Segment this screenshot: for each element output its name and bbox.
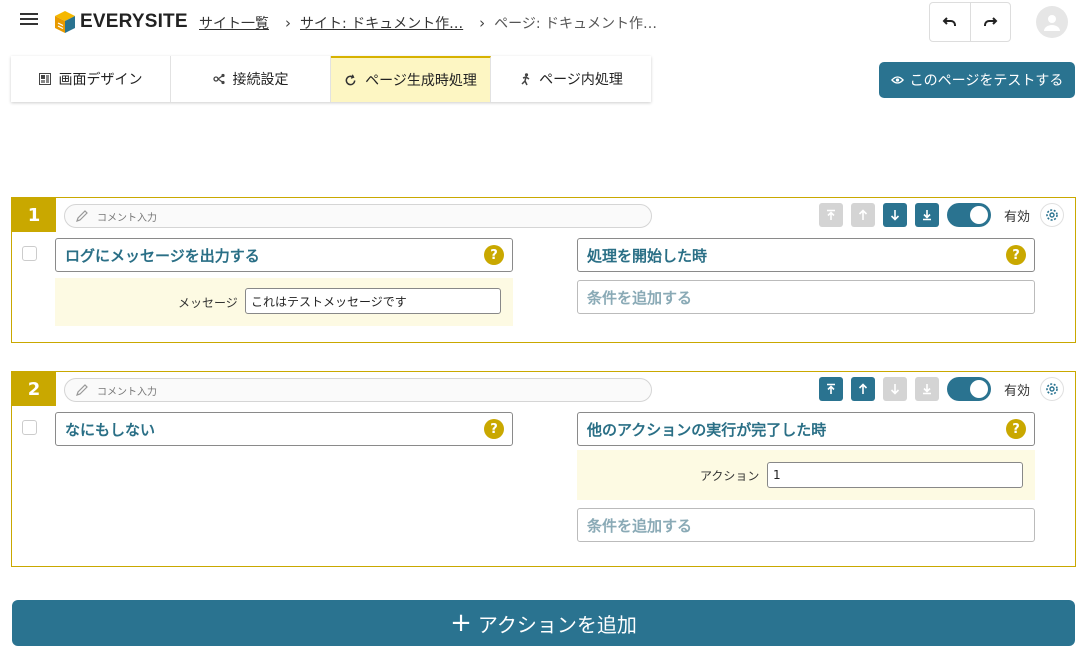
arrow-to-bottom-icon xyxy=(923,210,931,221)
tab-label: 接続設定 xyxy=(232,72,289,88)
action-controls: 有効 xyxy=(819,377,1065,401)
tab-page-generation[interactable]: ページ生成時処理 xyxy=(331,56,491,102)
help-icon[interactable]: ? xyxy=(484,245,504,265)
arrow-to-bottom-icon xyxy=(923,384,931,395)
comment-input[interactable]: コメント入力 xyxy=(64,378,652,402)
layout-icon xyxy=(38,73,51,85)
chevron-right-icon: › xyxy=(479,14,486,32)
action-name: ログにメッセージを出力する xyxy=(65,246,260,265)
action-checkbox[interactable] xyxy=(22,420,37,435)
logo-text: EVERYSITE xyxy=(80,11,188,32)
add-condition-button[interactable]: 条件を追加する xyxy=(577,280,1035,314)
param-area: アクション 1 xyxy=(577,450,1035,500)
logo-cube-icon xyxy=(55,11,75,33)
help-icon[interactable]: ? xyxy=(484,419,504,439)
action-number: 2 xyxy=(12,372,56,406)
avatar[interactable] xyxy=(1036,6,1068,38)
user-icon xyxy=(1044,15,1060,31)
tab-label: ページ生成時処理 xyxy=(365,73,477,89)
message-value: これはテストメッセージです xyxy=(251,294,407,309)
action-number: 1 xyxy=(12,198,56,232)
breadcrumb-page: ページ: ドキュメント作… xyxy=(494,16,658,32)
action-select[interactable]: ログにメッセージを出力する ? xyxy=(55,238,513,272)
tab-in-page-processing[interactable]: ページ内処理 xyxy=(491,56,651,102)
undo-button[interactable] xyxy=(930,3,970,41)
eye-icon xyxy=(890,75,904,85)
action-number-value: 1 xyxy=(773,468,781,482)
comment-placeholder: コメント入力 xyxy=(97,386,157,398)
arrow-down-icon xyxy=(890,384,900,395)
action-checkbox[interactable] xyxy=(22,246,37,261)
help-icon[interactable]: ? xyxy=(1006,419,1026,439)
move-down-button[interactable] xyxy=(883,377,907,401)
add-action-button[interactable]: + アクションを追加 xyxy=(12,600,1075,646)
param-label: アクション xyxy=(700,469,760,483)
param-area: メッセージ これはテストメッセージです xyxy=(55,278,513,326)
param-label: メッセージ xyxy=(178,296,238,310)
enabled-toggle[interactable] xyxy=(947,377,991,401)
enabled-toggle[interactable] xyxy=(947,203,991,227)
hamburger-menu-icon[interactable] xyxy=(18,10,40,32)
move-top-button[interactable] xyxy=(819,203,843,227)
redo-button[interactable] xyxy=(969,3,1011,41)
test-page-label: このページをテストする xyxy=(909,73,1064,89)
message-input[interactable]: これはテストメッセージです xyxy=(245,288,501,314)
move-up-button[interactable] xyxy=(851,377,875,401)
help-icon[interactable]: ? xyxy=(1006,245,1026,265)
action-controls: 有効 xyxy=(819,203,1065,227)
move-bottom-button[interactable] xyxy=(915,203,939,227)
add-condition-button[interactable]: 条件を追加する xyxy=(577,508,1035,542)
editor-tabs: 画面デザイン 接続設定 ページ生成時処理 ページ内処理 xyxy=(11,56,651,102)
connection-icon xyxy=(212,73,225,85)
action-number-input[interactable]: 1 xyxy=(767,462,1023,488)
comment-placeholder: コメント入力 xyxy=(97,212,157,224)
breadcrumb-site-list[interactable]: サイト一覧 xyxy=(199,13,269,33)
comment-input[interactable]: コメント入力 xyxy=(64,204,652,228)
undo-redo-group xyxy=(929,2,1011,42)
gear-icon xyxy=(1046,383,1058,395)
trigger-select[interactable]: 処理を開始した時 ? xyxy=(577,238,1035,272)
app-header: EVERYSITE サイト一覧 › サイト: ドキュメント作… › ページ: ド… xyxy=(0,0,1086,46)
move-top-button[interactable] xyxy=(819,377,843,401)
settings-button[interactable] xyxy=(1040,203,1065,227)
breadcrumb: サイト一覧 › サイト: ドキュメント作… › ページ: ドキュメント作… xyxy=(199,13,657,33)
plus-icon: + xyxy=(450,608,472,638)
arrow-to-top-icon xyxy=(827,209,835,220)
redo-icon xyxy=(984,17,998,26)
test-page-button[interactable]: このページをテストする xyxy=(879,62,1075,98)
add-condition-label: 条件を追加する xyxy=(587,288,693,307)
action-block: 1 コメント入力 有効 ログにメッセージを出力する ? メッセージ これはテスト… xyxy=(11,197,1076,343)
logo[interactable]: EVERYSITE xyxy=(54,10,188,34)
arrow-up-icon xyxy=(858,383,868,394)
pencil-icon xyxy=(75,209,89,223)
enabled-label: 有効 xyxy=(1004,383,1031,399)
action-block: 2 コメント入力 有効 なにもしない ? 他のアクションの実行が完了した時 ? … xyxy=(11,371,1076,567)
chevron-right-icon: › xyxy=(285,14,291,32)
arrow-to-top-icon xyxy=(827,383,835,394)
add-action-label: アクションを追加 xyxy=(477,612,637,637)
move-up-button[interactable] xyxy=(851,203,875,227)
runner-icon xyxy=(519,72,531,86)
move-bottom-button[interactable] xyxy=(915,377,939,401)
tab-label: 画面デザイン xyxy=(58,72,143,88)
trigger-select[interactable]: 他のアクションの実行が完了した時 ? xyxy=(577,412,1035,446)
breadcrumb-site[interactable]: サイト: ドキュメント作… xyxy=(300,13,463,33)
action-select[interactable]: なにもしない ? xyxy=(55,412,513,446)
tab-screen-design[interactable]: 画面デザイン xyxy=(11,56,171,102)
tab-label: ページ内処理 xyxy=(539,72,623,88)
arrow-up-icon xyxy=(858,209,868,220)
trigger-name: 他のアクションの実行が完了した時 xyxy=(587,420,827,439)
undo-icon xyxy=(942,17,956,26)
settings-button[interactable] xyxy=(1040,377,1065,401)
refresh-icon xyxy=(344,73,357,87)
move-down-button[interactable] xyxy=(883,203,907,227)
trigger-name: 処理を開始した時 xyxy=(587,246,708,265)
add-condition-label: 条件を追加する xyxy=(587,516,693,535)
gear-icon xyxy=(1046,209,1058,221)
enabled-label: 有効 xyxy=(1004,209,1031,225)
arrow-down-icon xyxy=(890,210,900,221)
action-name: なにもしない xyxy=(65,420,156,439)
tab-connection-settings[interactable]: 接続設定 xyxy=(171,56,331,102)
pencil-icon xyxy=(75,383,89,397)
